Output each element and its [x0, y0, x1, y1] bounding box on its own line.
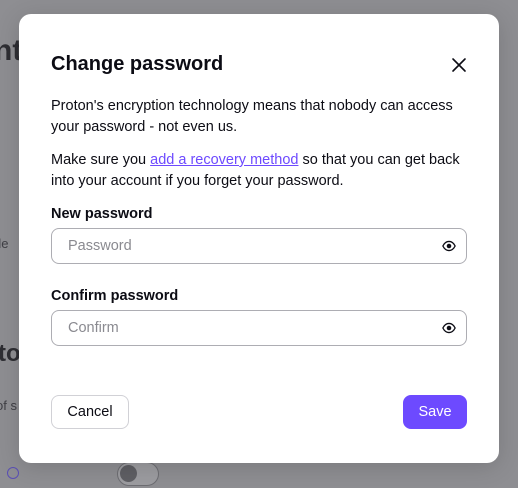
confirm-password-field-wrapper [51, 310, 467, 346]
eye-icon [442, 240, 456, 252]
confirm-password-input[interactable] [68, 311, 428, 345]
dialog-title: Change password [51, 53, 224, 75]
show-confirm-password-button[interactable] [440, 319, 458, 337]
close-icon [452, 58, 466, 72]
recovery-text-before: Make sure you [51, 152, 151, 168]
background-text-fragment: of s [0, 398, 17, 413]
info-icon [7, 467, 19, 479]
recovery-info-text: Make sure you add a recovery method so t… [51, 150, 461, 192]
background-section-title-fragment: to [0, 340, 21, 367]
change-password-dialog: Change password Proton's encryption tech… [19, 14, 499, 463]
add-recovery-method-link[interactable]: add a recovery method [150, 152, 298, 168]
cancel-button[interactable]: Cancel [51, 395, 129, 429]
background-label-fragment: de [0, 236, 9, 251]
new-password-label: New password [51, 206, 153, 222]
show-new-password-button[interactable] [440, 237, 458, 255]
confirm-password-label: Confirm password [51, 288, 179, 304]
encryption-info-text: Proton's encryption technology means tha… [51, 98, 453, 135]
toggle-knob [120, 465, 137, 482]
new-password-field-wrapper [51, 228, 467, 264]
background-toggle [117, 462, 159, 486]
save-button[interactable]: Save [403, 395, 467, 429]
new-password-input[interactable] [68, 229, 428, 263]
eye-icon [442, 322, 456, 334]
close-button[interactable] [446, 52, 472, 78]
